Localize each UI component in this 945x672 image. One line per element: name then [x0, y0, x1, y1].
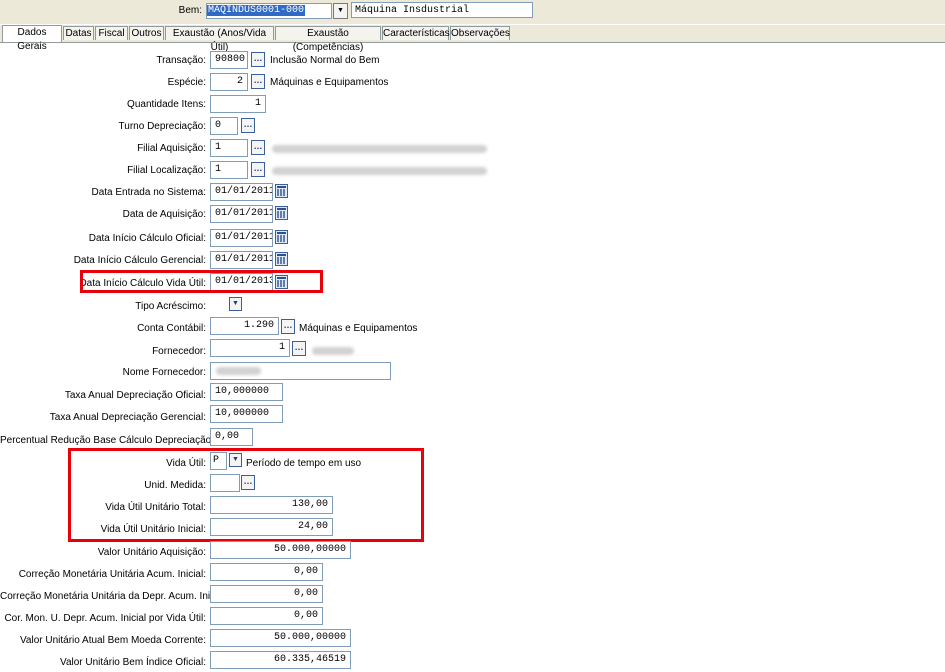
tab-exaustao-competencias[interactable]: Exaustão (Competências) [275, 26, 381, 53]
fornecedor-redacted [312, 347, 354, 355]
transacao-description: Inclusão Normal do Bem [270, 55, 380, 66]
turno-lookup-icon[interactable]: … [241, 118, 255, 133]
taxa-oficial-label: Taxa Anual Depreciação Oficial: [64, 390, 206, 401]
transacao-lookup-icon[interactable]: … [251, 52, 265, 67]
tab-outros[interactable]: Outros [129, 26, 164, 40]
fornecedor-lookup-icon[interactable]: … [292, 341, 306, 356]
filial-localizacao-lookup-icon[interactable]: … [251, 162, 265, 177]
tab-caracteristicas[interactable]: Características [382, 26, 450, 40]
bem-dropdown-button[interactable]: ▼ [333, 3, 348, 19]
tab-datas[interactable]: Datas [63, 26, 94, 40]
tab-exaustao-anos[interactable]: Exaustão (Anos/Vida Útil) [165, 26, 274, 53]
tipo-acrescimo-label: Tipo Acréscimo: [135, 301, 206, 312]
conta-contabil-description: Máquinas e Equipamentos [299, 323, 418, 334]
highlight-box-vida-util-date [80, 270, 323, 293]
nome-fornecedor-label: Nome Fornecedor: [122, 367, 206, 378]
taxa-oficial-input[interactable]: 10,000000 [210, 383, 283, 401]
percentual-reducao-input[interactable]: 0,00 [210, 428, 253, 446]
data-calc-oficial-input[interactable]: 01/01/2011 [210, 229, 273, 247]
taxa-gerencial-input[interactable]: 10,000000 [210, 405, 283, 423]
especie-description: Máquinas e Equipamentos [270, 77, 389, 88]
filial-localizacao-label: Filial Localização: [127, 165, 206, 176]
tab-dados-gerais[interactable]: Dados Gerais [2, 25, 62, 52]
tab-strip: Dados Gerais Datas Fiscal Outros Exaustã… [0, 25, 945, 53]
correcao-depr-input[interactable]: 0,00 [210, 585, 323, 603]
conta-contabil-input[interactable]: 1.290 [210, 317, 279, 335]
data-calc-gerencial-label: Data Início Cálculo Gerencial: [73, 255, 206, 266]
transacao-label: Transação: [156, 55, 206, 66]
valor-atual-input[interactable]: 50.000,00000 [210, 629, 351, 647]
data-calc-gerencial-input[interactable]: 01/01/2011 [210, 251, 273, 269]
especie-lookup-icon[interactable]: … [251, 74, 265, 89]
data-entrada-input[interactable]: 01/01/2011 [210, 183, 273, 201]
data-calc-gerencial-calendar-icon[interactable] [275, 252, 288, 266]
bem-code-input[interactable]: MAQINDUS0001-000 [206, 3, 332, 19]
valor-atual-label: Valor Unitário Atual Bem Moeda Corrente: [19, 635, 206, 646]
conta-contabil-lookup-icon[interactable]: … [281, 319, 295, 334]
correcao-acum-input[interactable]: 0,00 [210, 563, 323, 581]
nome-fornecedor-redacted [216, 367, 261, 375]
valor-aquisicao-input[interactable]: 50.000,00000 [210, 541, 351, 559]
bem-description-field: Máquina Insdustrial [351, 2, 533, 18]
filial-aquisicao-lookup-icon[interactable]: … [251, 140, 265, 155]
data-aquisicao-label: Data de Aquisição: [122, 209, 206, 220]
highlight-box-vida-util-section [68, 448, 424, 542]
filial-aquisicao-label: Filial Aquisição: [137, 143, 206, 154]
data-calc-oficial-calendar-icon[interactable] [275, 230, 288, 244]
filial-localizacao-input[interactable]: 1 [210, 161, 248, 179]
valor-indice-input[interactable]: 60.335,46519 [210, 651, 351, 669]
asset-header: Bem: MAQINDUS0001-000 ▼ Máquina Insdustr… [0, 0, 945, 24]
data-aquisicao-calendar-icon[interactable] [275, 206, 288, 220]
correcao-depr-label: Correção Monetária Unitária da Depr. Acu… [0, 591, 228, 602]
taxa-gerencial-label: Taxa Anual Depreciação Gerencial: [49, 412, 206, 423]
cor-mon-vida-input[interactable]: 0,00 [210, 607, 323, 625]
valor-indice-label: Valor Unitário Bem Índice Oficial: [60, 657, 206, 668]
conta-contabil-label: Conta Contábil: [137, 323, 206, 334]
filial-localizacao-redacted [272, 167, 487, 175]
cor-mon-vida-label: Cor. Mon. U. Depr. Acum. Inicial por Vid… [4, 613, 206, 624]
quantidade-label: Quantidade Itens: [127, 99, 206, 110]
filial-aquisicao-input[interactable]: 1 [210, 139, 248, 157]
valor-aquisicao-label: Valor Unitário Aquisição: [97, 547, 206, 558]
tipo-acrescimo-dropdown[interactable]: ▼ [229, 297, 242, 311]
percentual-reducao-label: Percentual Redução Base Cálculo Deprecia… [0, 435, 215, 446]
turno-input[interactable]: 0 [210, 117, 238, 135]
transacao-input[interactable]: 90800 [210, 51, 248, 69]
tab-fiscal[interactable]: Fiscal [95, 26, 128, 40]
tab-observacoes[interactable]: Observações [450, 26, 510, 40]
fornecedor-input[interactable]: 1 [210, 339, 290, 357]
data-entrada-label: Data Entrada no Sistema: [91, 187, 206, 198]
especie-input[interactable]: 2 [210, 73, 248, 91]
data-calc-oficial-label: Data Início Cálculo Oficial: [88, 233, 206, 244]
correcao-acum-label: Correção Monetária Unitária Acum. Inicia… [18, 569, 206, 580]
especie-label: Espécie: [167, 77, 206, 88]
data-entrada-calendar-icon[interactable] [275, 184, 288, 198]
data-aquisicao-input[interactable]: 01/01/2011 [210, 205, 273, 223]
filial-aquisicao-redacted [272, 145, 487, 153]
bem-label: Bem: [178, 5, 202, 16]
fornecedor-label: Fornecedor: [152, 346, 206, 357]
quantidade-input[interactable]: 1 [210, 95, 266, 113]
turno-label: Turno Depreciação: [118, 121, 206, 132]
